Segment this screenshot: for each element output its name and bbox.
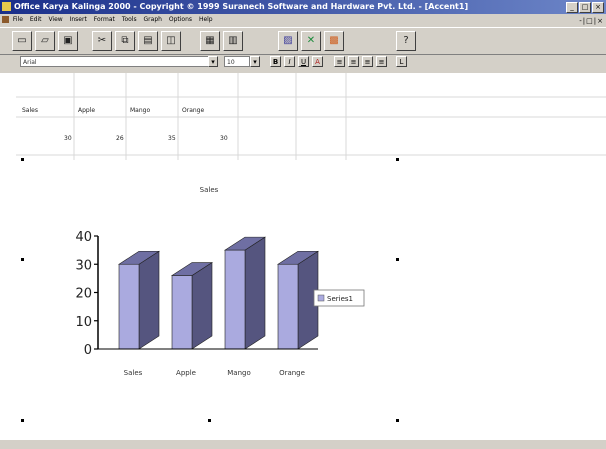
open-icon[interactable]: ▱ (35, 31, 55, 51)
bold-button[interactable]: B (270, 56, 281, 67)
menu-view[interactable]: View (48, 16, 62, 23)
y-tick-label: 10 (75, 315, 92, 330)
copy-icon[interactable]: ⧉ (115, 31, 135, 51)
insert-chart-icon[interactable]: ▨ (278, 31, 298, 51)
app-icon[interactable] (2, 2, 11, 11)
help-icon[interactable]: ? (396, 31, 416, 51)
menu-insert[interactable]: Insert (70, 16, 87, 23)
menu-file[interactable]: File (13, 16, 23, 23)
y-tick-label: 0 (84, 343, 92, 358)
resize-handle[interactable] (396, 258, 399, 261)
menu-bar: File Edit View Insert Format Tools Graph… (0, 14, 606, 26)
legend-label: Series1 (327, 295, 353, 303)
title-bar[interactable]: Office Karya Kalinga 2000 - Copyright © … (0, 0, 606, 14)
bar-chart: Sales 0 10 20 30 40 Sales Apple Mango Orange Serie… (75, 186, 365, 377)
bar-side (138, 250, 160, 350)
resize-handle[interactable] (21, 158, 24, 161)
resize-handle[interactable] (396, 158, 399, 161)
paste-icon[interactable]: ▤ (138, 31, 158, 51)
embedded-chart[interactable]: Sales 0 10 20 30 40 Sales Apple Mango Orange Serie… (22, 160, 397, 422)
y-tick-label: 40 (75, 230, 92, 245)
cut-icon[interactable]: ✂ (92, 31, 112, 51)
menu-edit[interactable]: Edit (30, 16, 42, 23)
align-left-button[interactable]: ≡ (334, 56, 345, 67)
close-button[interactable]: × (592, 2, 604, 13)
header-cell[interactable]: Apple (78, 107, 95, 114)
resize-handle[interactable] (21, 419, 24, 422)
resize-handle[interactable] (208, 419, 211, 422)
bar-side (191, 261, 213, 350)
x-tick-label: Apple (176, 369, 196, 377)
resize-handle[interactable] (396, 419, 399, 422)
x-tick-label: Orange (279, 369, 305, 377)
window-title: Office Karya Kalinga 2000 - Copyright © … (14, 2, 469, 11)
document-icon[interactable] (2, 16, 9, 23)
y-tick-label: 20 (75, 287, 92, 302)
save-icon[interactable]: ▣ (58, 31, 78, 51)
bar (224, 249, 246, 350)
justify-button[interactable]: ≡ (376, 56, 387, 67)
line-style-button[interactable]: L (396, 56, 407, 67)
header-cell[interactable]: Mango (130, 107, 150, 114)
value-cell[interactable]: 30 (64, 135, 72, 142)
value-cell[interactable]: 26 (116, 135, 124, 142)
maximize-button[interactable]: □ (579, 2, 591, 13)
align-center-button[interactable]: ≡ (348, 56, 359, 67)
font-name-select[interactable]: Arial (20, 56, 210, 67)
standard-toolbar: ▭ ▱ ▣ ✂ ⧉ ▤ ◫ ▦ ▥ ▨ ✕ ▩ ? (0, 27, 606, 55)
font-name-dropdown-icon[interactable]: ▾ (208, 56, 218, 67)
window-controls: _ □ × (566, 2, 604, 13)
table-icon[interactable]: ▥ (223, 31, 243, 51)
print-preview-icon[interactable]: ◫ (161, 31, 181, 51)
value-cell[interactable]: 30 (220, 135, 228, 142)
menu-options[interactable]: Options (169, 16, 192, 23)
bar (277, 263, 299, 350)
y-tick-label: 30 (75, 258, 92, 273)
font-color-button[interactable]: A (312, 56, 323, 67)
excel-icon[interactable]: ✕ (301, 31, 321, 51)
bar (118, 263, 140, 350)
x-tick-label: Sales (124, 369, 143, 377)
application-window: Office Karya Kalinga 2000 - Copyright © … (0, 0, 606, 449)
align-right-button[interactable]: ≡ (362, 56, 373, 67)
new-icon[interactable]: ▭ (12, 31, 32, 51)
chart-title: Sales (200, 186, 219, 194)
chart-wizard-icon[interactable]: ▦ (200, 31, 220, 51)
underline-button[interactable]: U (298, 56, 309, 67)
legend-swatch (317, 294, 325, 302)
export-icon[interactable]: ▩ (324, 31, 344, 51)
header-cell[interactable]: Sales (22, 107, 38, 114)
font-size-select[interactable]: 10 (224, 56, 250, 67)
bar (171, 275, 193, 350)
x-tick-label: Mango (227, 369, 251, 377)
minimize-button[interactable]: _ (566, 2, 578, 13)
menu-graph[interactable]: Graph (144, 16, 162, 23)
value-cell[interactable]: 35 (168, 135, 176, 142)
bar-side (244, 236, 266, 350)
italic-button[interactable]: I (284, 56, 295, 67)
header-cell[interactable]: Orange (182, 107, 204, 114)
font-size-dropdown-icon[interactable]: ▾ (250, 56, 260, 67)
menu-format[interactable]: Format (94, 16, 115, 23)
resize-handle[interactable] (21, 258, 24, 261)
menu-help[interactable]: Help (199, 16, 213, 23)
menu-tools[interactable]: Tools (122, 16, 137, 23)
document-window-controls[interactable]: -|□|× (579, 15, 604, 27)
formatting-toolbar: Arial ▾ 10 ▾ B I U A ≡ ≡ ≡ ≡ L (0, 55, 606, 71)
